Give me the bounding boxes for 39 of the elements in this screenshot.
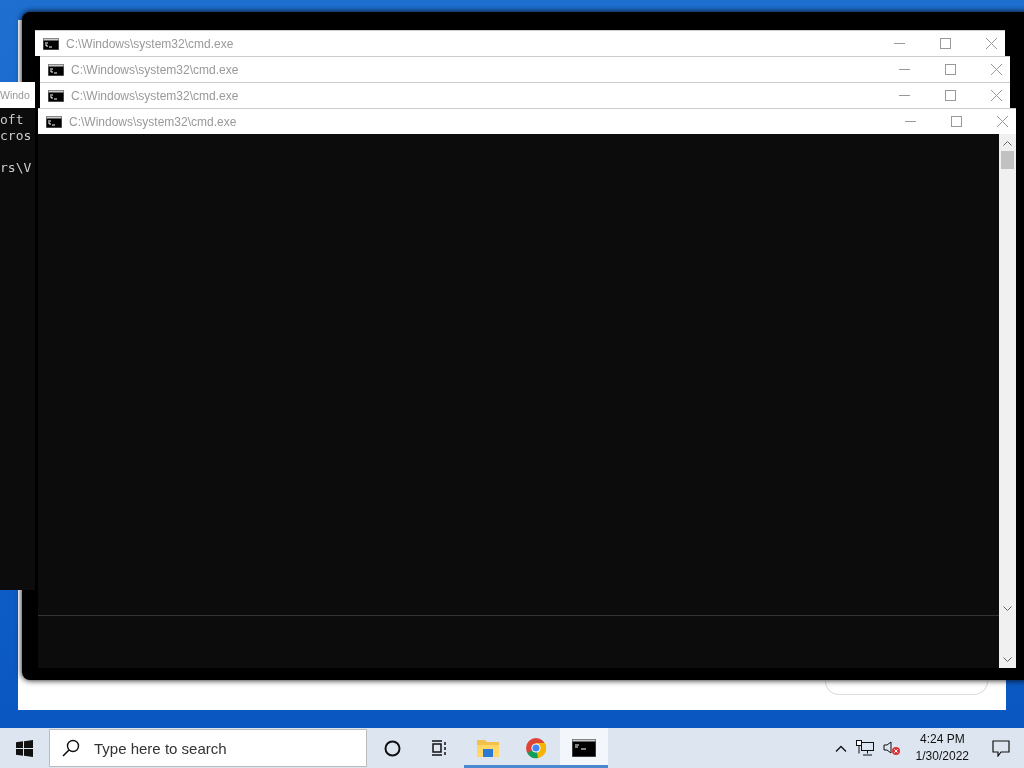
window-title: C:\Windows\system32\cmd.exe xyxy=(69,114,238,129)
pill-button[interactable] xyxy=(825,681,988,695)
console-icon xyxy=(43,37,59,50)
circle-icon[interactable] xyxy=(383,739,401,757)
close-icon[interactable] xyxy=(997,116,1008,127)
console-text: cros xyxy=(0,128,32,144)
maximize-icon[interactable] xyxy=(945,90,956,101)
scrollbar[interactable] xyxy=(999,134,1016,668)
windows-logo-icon[interactable] xyxy=(15,739,33,757)
console-text: oft xyxy=(0,112,24,128)
close-icon[interactable] xyxy=(986,38,997,49)
window-title: C:\Windows\system32\cmd.exe xyxy=(71,62,240,77)
folder-icon[interactable] xyxy=(476,738,500,758)
close-icon[interactable] xyxy=(991,64,1002,75)
console-icon[interactable] xyxy=(572,739,596,757)
taskbar-app-button[interactable] xyxy=(560,728,608,768)
search-icon xyxy=(62,739,80,757)
chrome-icon[interactable] xyxy=(525,737,547,759)
scrollbar-thumb[interactable] xyxy=(1001,151,1014,169)
muted-speaker-icon[interactable] xyxy=(882,740,901,756)
clock-date[interactable]: 1/30/2022 xyxy=(915,748,969,765)
chevron-up-icon[interactable] xyxy=(834,744,847,752)
console-icon xyxy=(48,63,64,76)
console-icon xyxy=(46,115,62,128)
clock-time[interactable]: 4:24 PM xyxy=(919,731,965,748)
task-view-icon[interactable] xyxy=(431,740,449,756)
maximize-icon[interactable] xyxy=(951,116,962,127)
console-icon xyxy=(48,89,64,102)
maximize-icon[interactable] xyxy=(940,38,951,49)
network-icon[interactable] xyxy=(855,740,874,756)
console-text: rs\V xyxy=(0,160,32,176)
notification-icon[interactable] xyxy=(992,739,1010,757)
search-field[interactable]: Type here to search xyxy=(49,729,367,767)
window-title: C:\Windows\system32\cmd.exe xyxy=(66,36,235,51)
search-input[interactable]: Type here to search xyxy=(92,738,346,758)
close-icon[interactable] xyxy=(991,90,1002,101)
maximize-icon[interactable] xyxy=(945,64,956,75)
window-title: Windo xyxy=(0,89,30,101)
window-title: C:\Windows\system32\cmd.exe xyxy=(71,88,240,103)
